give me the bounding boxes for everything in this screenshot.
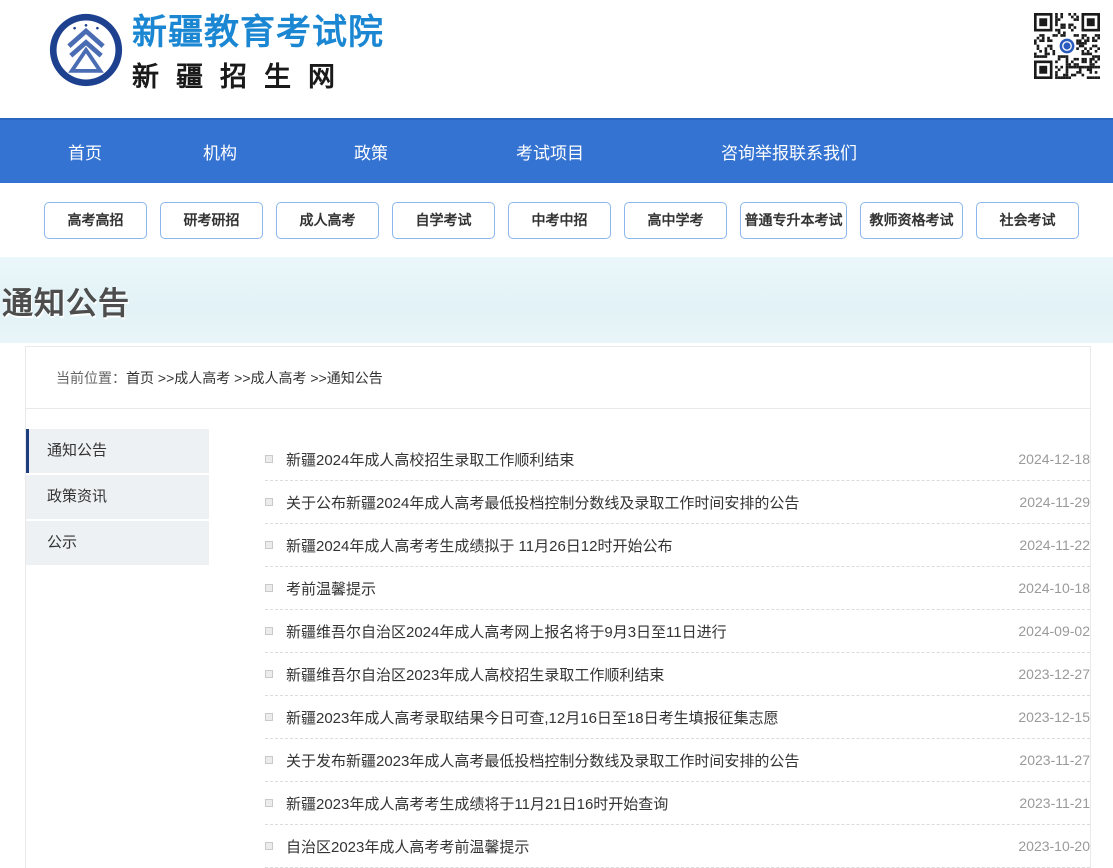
main-nav-item[interactable]: 政策 [354, 139, 388, 164]
notice-date: 2024-12-18 [1018, 451, 1090, 467]
sidebar-item[interactable]: 公示 [25, 521, 209, 565]
notice-row[interactable]: 新疆维吾尔自治区2024年成人高考网上报名将于9月3日至11日进行 2024-0… [265, 610, 1090, 653]
exam-category-button[interactable]: 高考高招 [44, 202, 147, 239]
notice-date: 2023-11-27 [1019, 752, 1090, 768]
notice-title[interactable]: 新疆2024年成人高考考生成绩拟于 11月26日12时开始公布 [286, 535, 999, 556]
breadcrumb-separator: >> [310, 370, 326, 386]
exam-category-button[interactable]: 中考中招 [508, 202, 611, 239]
notice-title[interactable]: 新疆维吾尔自治区2024年成人高考网上报名将于9月3日至11日进行 [286, 621, 998, 642]
notice-row[interactable]: 新疆维吾尔自治区2023年成人高校招生录取工作顺利结束 2023-12-27 [265, 653, 1090, 696]
square-bullet-icon [265, 541, 273, 549]
exam-category-button[interactable]: 普通专升本考试 [740, 202, 847, 239]
institute-emblem-icon [48, 12, 124, 88]
main-nav-item[interactable]: 首页 [68, 139, 102, 164]
square-bullet-icon [265, 842, 273, 850]
notice-date: 2023-12-27 [1018, 666, 1090, 682]
notice-row[interactable]: 关于公布新疆2024年成人高考最低投档控制分数线及录取工作时间安排的公告 202… [265, 481, 1090, 524]
notice-title[interactable]: 新疆2024年成人高校招生录取工作顺利结束 [286, 449, 998, 470]
breadcrumb-separator: >> [234, 370, 250, 386]
breadcrumb-link[interactable]: 首页 [126, 370, 154, 386]
brand-text: 新疆教育考试院 新疆招生网 [132, 12, 384, 94]
breadcrumb-separator: >> [158, 370, 174, 386]
main-nav-item[interactable]: 考试项目 [516, 139, 584, 164]
notice-date: 2023-12-15 [1018, 709, 1090, 725]
site-title: 新疆教育考试院 [132, 14, 384, 53]
notice-title[interactable]: 自治区2023年成人高考考前温馨提示 [286, 836, 998, 857]
exam-category-button[interactable]: 自学考试 [392, 202, 495, 239]
notice-list: 新疆2024年成人高校招生录取工作顺利结束 2024-12-18 关于公布新疆2… [265, 438, 1090, 868]
square-bullet-icon [265, 713, 273, 721]
square-bullet-icon [265, 799, 273, 807]
exam-category-bar: 高考高招 研考研招 成人高考 自学考试 中考中招 高中学考 普通专升本考试 教师… [0, 183, 1113, 257]
notice-date: 2024-10-18 [1018, 580, 1090, 596]
notice-row[interactable]: 新疆2024年成人高考考生成绩拟于 11月26日12时开始公布 2024-11-… [265, 524, 1090, 567]
notice-date: 2023-11-21 [1019, 795, 1090, 811]
notice-row[interactable]: 新疆2024年成人高校招生录取工作顺利结束 2024-12-18 [265, 438, 1090, 481]
sidebar-item[interactable]: 通知公告 [25, 429, 209, 473]
square-bullet-icon [265, 756, 273, 764]
notice-row[interactable]: 关于发布新疆2023年成人高考最低投档控制分数线及录取工作时间安排的公告 202… [265, 739, 1090, 782]
notice-row[interactable]: 新疆2023年成人高考录取结果今日可查,12月16日至18日考生填报征集志愿 2… [265, 696, 1090, 739]
content-panel: 当前位置： 首页 >>成人高考 >>成人高考 >>通知公告 通知公告 政策资讯 … [25, 346, 1091, 868]
square-bullet-icon [265, 498, 273, 506]
panel-body: 通知公告 政策资讯 公示 新疆2024年成人高校招生录取工作顺利结束 2024-… [26, 409, 1090, 868]
site-header: 新疆教育考试院 新疆招生网 [0, 0, 1113, 118]
square-bullet-icon [265, 584, 273, 592]
section-banner-title: 通知公告 [0, 278, 130, 323]
site-brand[interactable]: 新疆教育考试院 新疆招生网 [48, 12, 384, 94]
breadcrumb-label: 当前位置： [56, 368, 126, 388]
notice-date: 2024-11-29 [1019, 494, 1090, 510]
breadcrumb: 当前位置： 首页 >>成人高考 >>成人高考 >>通知公告 [26, 347, 1090, 409]
notice-title[interactable]: 新疆2023年成人高考录取结果今日可查,12月16日至18日考生填报征集志愿 [286, 707, 998, 728]
exam-category-button[interactable]: 教师资格考试 [860, 202, 963, 239]
main-nav-item[interactable]: 咨询举报 [721, 139, 789, 164]
main-nav-item[interactable]: 机构 [203, 139, 237, 164]
breadcrumb-link[interactable]: 成人高考 [251, 370, 307, 386]
notice-title[interactable]: 新疆维吾尔自治区2023年成人高校招生录取工作顺利结束 [286, 664, 998, 685]
exam-category-button[interactable]: 研考研招 [160, 202, 263, 239]
notice-row[interactable]: 考前温馨提示 2024-10-18 [265, 567, 1090, 610]
notice-row[interactable]: 新疆2023年成人高考考生成绩将于11月21日16时开始查询 2023-11-2… [265, 782, 1090, 825]
notice-row[interactable]: 自治区2023年成人高考考前温馨提示 2023-10-20 [265, 825, 1090, 868]
exam-category-button[interactable]: 成人高考 [276, 202, 379, 239]
breadcrumb-link[interactable]: 通知公告 [327, 370, 383, 386]
site-subtitle: 新疆招生网 [132, 55, 384, 94]
square-bullet-icon [265, 670, 273, 678]
main-navigation: 首页 机构 政策 考试项目 咨询举报 联系我们 [0, 118, 1113, 183]
notice-title[interactable]: 关于公布新疆2024年成人高考最低投档控制分数线及录取工作时间安排的公告 [286, 492, 999, 513]
notice-date: 2023-10-20 [1018, 838, 1090, 854]
qr-code-icon [1034, 13, 1100, 79]
notice-title[interactable]: 考前温馨提示 [286, 578, 998, 599]
notice-date: 2024-11-22 [1019, 537, 1090, 553]
square-bullet-icon [265, 627, 273, 635]
notice-title[interactable]: 关于发布新疆2023年成人高考最低投档控制分数线及录取工作时间安排的公告 [286, 750, 999, 771]
breadcrumb-link[interactable]: 成人高考 [174, 370, 230, 386]
exam-category-button[interactable]: 高中学考 [624, 202, 727, 239]
section-banner: 通知公告 [0, 257, 1113, 343]
notice-date: 2024-09-02 [1018, 623, 1090, 639]
breadcrumb-trail: 首页 >>成人高考 >>成人高考 >>通知公告 [126, 368, 383, 388]
main-nav-item[interactable]: 联系我们 [789, 139, 857, 164]
notice-title[interactable]: 新疆2023年成人高考考生成绩将于11月21日16时开始查询 [286, 793, 999, 814]
category-sidebar: 通知公告 政策资讯 公示 [25, 429, 209, 868]
exam-category-button[interactable]: 社会考试 [976, 202, 1079, 239]
square-bullet-icon [265, 455, 273, 463]
sidebar-item[interactable]: 政策资讯 [25, 475, 209, 519]
